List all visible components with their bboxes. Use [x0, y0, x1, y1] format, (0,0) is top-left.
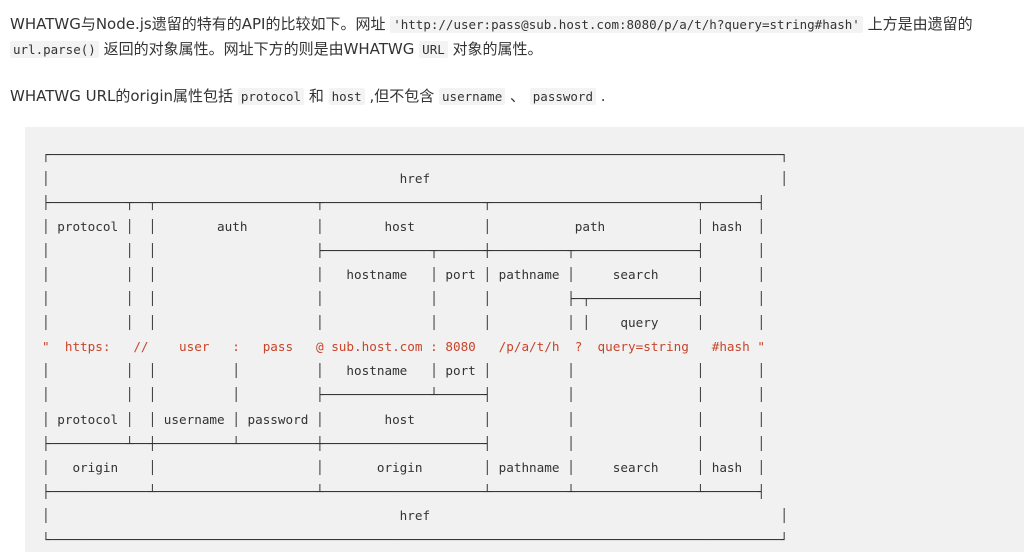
diagram-line: │ href │	[42, 171, 788, 187]
diagram-url-line: " https: // user : pass @ sub.host.com :…	[42, 339, 765, 355]
intro-paragraph: WHATWG与Node.js遗留的特有的API的比较如下。网址 'http://…	[10, 12, 1018, 62]
diagram-line: │ protocol │ │ auth │ host │ path │ hash…	[42, 219, 765, 235]
username-code: username	[439, 88, 506, 105]
diagram-line: │ href │	[42, 507, 788, 523]
intro-text: 对象的属性。	[447, 40, 543, 58]
url-class-code: URL	[419, 41, 448, 58]
diagram-line: │ │ │ │ │ │ ├─┬──────────────┤ │	[42, 291, 765, 307]
password-code: password	[529, 88, 596, 105]
origin-text: 、	[505, 87, 530, 105]
diagram-line: │ origin │ │ origin │ pathname │ search …	[42, 459, 765, 475]
protocol-code: protocol	[237, 88, 305, 105]
origin-text: 和	[304, 87, 329, 105]
diagram-line: └───────────────────────────────────────…	[42, 531, 788, 547]
diagram-line: │ protocol │ │ username │ password │ hos…	[42, 411, 765, 427]
diagram-line: │ │ │ │ │ hostname │ port │ │ │ │	[42, 363, 765, 379]
intro-text: 返回的对象属性。网址下方的则是由WHATWG	[98, 40, 420, 58]
diagram-line: ├──────────┬──┬─────────────────────┬───…	[42, 195, 765, 211]
url-diagram-code-block: ┌───────────────────────────────────────…	[25, 127, 1024, 552]
diagram-line: ┌───────────────────────────────────────…	[42, 147, 788, 162]
diagram-line: │ │ │ ├──────────────┬──────┼──────────┬…	[42, 243, 765, 259]
host-code: host	[328, 88, 365, 105]
diagram-line: │ │ │ │ │ │ │ │ query │ │	[42, 315, 765, 331]
diagram-line: │ │ │ │ ├──────────────┴──────┤ │ │ │	[42, 387, 765, 403]
diagram-line: ├──────────┴──┼──────────┴──────────┼───…	[42, 435, 765, 451]
intro-text: WHATWG与Node.js遗留的特有的API的比较如下。网址	[10, 15, 391, 33]
origin-text: ,但不包含	[364, 87, 440, 105]
origin-paragraph: WHATWG URL的origin属性包括 protocol 和 host ,但…	[10, 84, 1018, 109]
diagram-line: ├─────────────┴─────────────────────┴───…	[42, 483, 765, 499]
url-example-code: 'http://user:pass@sub.host.com:8080/p/a/…	[390, 16, 863, 33]
diagram-line: │ │ │ │ hostname │ port │ pathname │ sea…	[42, 267, 765, 283]
origin-text: WHATWG URL的origin属性包括	[10, 87, 238, 105]
url-diagram: ┌───────────────────────────────────────…	[42, 143, 788, 552]
origin-text: .	[596, 87, 606, 105]
url-parse-code: url.parse()	[10, 41, 99, 58]
intro-text: 上方是由遗留的	[862, 15, 973, 33]
